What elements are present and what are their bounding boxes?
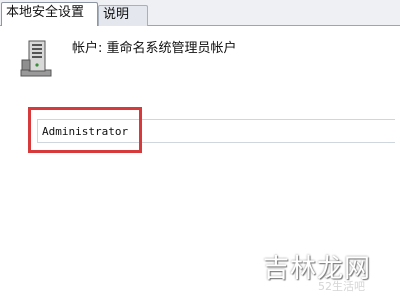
tab-explain[interactable]: 说明 [98,5,148,26]
tab-local-security-setting[interactable]: 本地安全设置 [1,2,98,27]
server-computer-icon [20,40,52,77]
account-name-input[interactable] [37,119,395,143]
tab-strip: 本地安全设置 说明 [0,0,400,27]
watermark-subtext: 52生活吧 [318,280,365,293]
policy-name-label: 帐户: 重命名系统管理员帐户 [72,41,237,56]
